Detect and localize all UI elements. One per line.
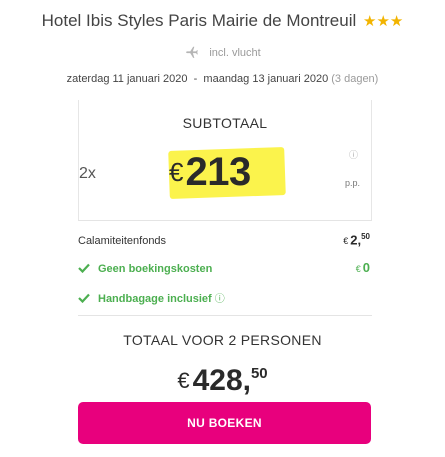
total-amount: 428, — [192, 364, 251, 397]
book-now-button[interactable]: NU BOEKEN — [78, 402, 371, 444]
luggage-info-icon[interactable]: ⓘ — [215, 290, 225, 305]
cost-label: Calamiteitenfonds — [78, 235, 167, 247]
plane-icon — [186, 46, 199, 58]
star-rating-icon: ★★★ — [363, 13, 404, 30]
cost-value: €0 — [355, 260, 370, 275]
cost-value: €2,50 — [343, 232, 370, 248]
cost-label: Geen boekingskosten — [98, 263, 213, 275]
price-amount: 213 — [185, 150, 251, 194]
total-label: TOTAAL VOOR 2 PERSONEN — [123, 332, 322, 348]
hotel-name: Hotel Ibis Styles Paris Mairie de Montre… — [41, 11, 357, 30]
subtotal-label: SUBTOTAAL — [182, 115, 268, 131]
price-per-person: €213 — [169, 150, 251, 195]
checkmark-icon — [78, 293, 90, 303]
subtotal-card: SUBTOTAAL 2x €213 ⓘ p.p. — [78, 100, 372, 220]
date-range: zaterdag 11 januari 2020 - maandag 13 ja… — [66, 73, 329, 85]
flight-included: incl. vlucht — [0, 45, 445, 59]
trip-duration: (3 dagen) — [331, 73, 379, 85]
currency-symbol: € — [177, 368, 190, 393]
flight-label: incl. vlucht — [209, 47, 261, 59]
divider — [78, 315, 372, 316]
price-info-icon[interactable]: ⓘ — [349, 148, 358, 161]
total-cents: 50 — [250, 365, 268, 382]
hotel-title-row: Hotel Ibis Styles Paris Mairie de Montre… — [0, 11, 445, 31]
per-person-label: p.p. — [345, 178, 361, 188]
total-price: €428,50 — [0, 364, 445, 398]
currency-symbol: € — [169, 157, 184, 187]
checkmark-icon — [78, 263, 90, 273]
travel-dates: zaterdag 11 januari 2020 - maandag 13 ja… — [0, 73, 445, 85]
cost-label: Handbagage inclusief — [98, 293, 212, 305]
person-quantity: 2x — [79, 165, 96, 182]
divider — [78, 220, 372, 221]
